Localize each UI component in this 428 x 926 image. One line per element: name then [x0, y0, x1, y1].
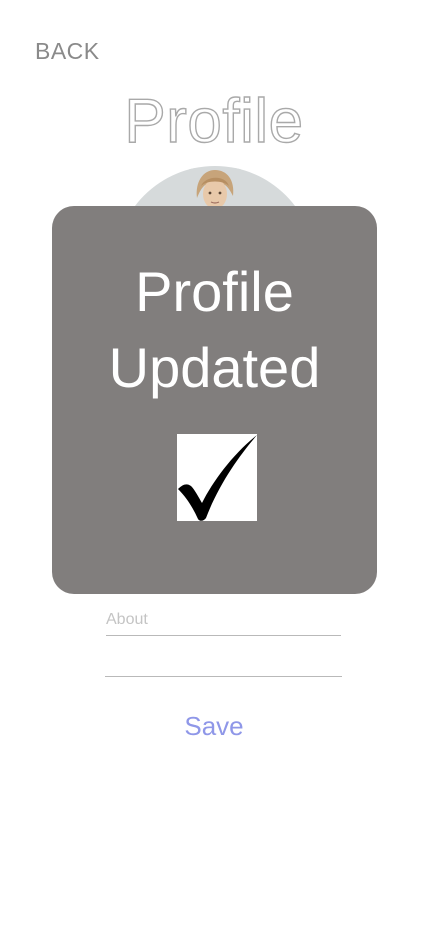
dialog-title-line-2: Updated: [108, 336, 321, 399]
about-field[interactable]: [106, 605, 341, 636]
dialog-title: Profile Updated: [52, 254, 377, 406]
page-title: Profile: [124, 86, 304, 156]
save-button[interactable]: Save: [0, 711, 428, 742]
back-button[interactable]: BACK: [35, 38, 100, 65]
about-continued-field[interactable]: [105, 646, 342, 677]
profile-updated-dialog: Profile Updated: [52, 206, 377, 594]
profile-screen: BACK Profile Save Profile Updated: [0, 0, 428, 926]
dialog-title-line-1: Profile: [135, 260, 294, 323]
checkmark-icon: [177, 434, 257, 521]
